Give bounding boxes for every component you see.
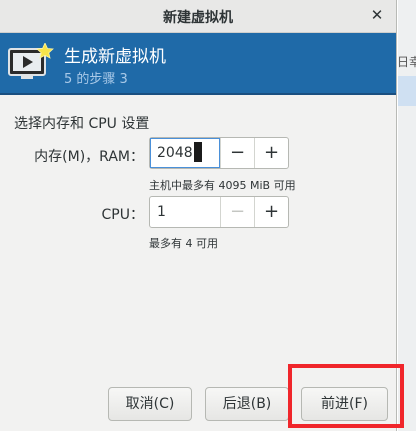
section-title: 选择内存和 CPU 设置: [14, 116, 150, 132]
close-icon[interactable]: ✕: [368, 6, 386, 24]
cpu-label: CPU：: [101, 207, 144, 223]
memory-input[interactable]: 2048: [150, 138, 220, 168]
memory-label: 内存(M)，RAM：: [34, 149, 144, 165]
cpu-decrement-button[interactable]: −: [220, 197, 254, 227]
virtual-machine-icon: [8, 43, 54, 79]
cpu-hint: 最多有 4 可用: [149, 237, 218, 250]
cpu-increment-button[interactable]: +: [254, 197, 288, 227]
back-button[interactable]: 后退(B): [205, 387, 289, 421]
memory-hint: 主机中最多有 4095 MiB 可用: [149, 179, 296, 192]
memory-value: 2048: [157, 145, 193, 161]
wizard-step: 5 的步骤 3: [64, 72, 128, 87]
memory-decrement-button[interactable]: −: [220, 138, 254, 168]
cpu-spinbutton: 1 − +: [149, 196, 289, 228]
memory-spinbutton: 2048 − +: [149, 137, 289, 169]
window-title: 新建虚拟机: [163, 10, 233, 26]
background-window-text: 日幸: [397, 55, 416, 69]
cpu-input[interactable]: 1: [150, 197, 220, 227]
wizard-heading: 生成新虚拟机: [64, 47, 166, 67]
text-cursor: [193, 142, 202, 162]
background-window-selection: [398, 76, 416, 106]
cancel-button[interactable]: 取消(C): [108, 387, 192, 421]
forward-button[interactable]: 前进(F): [301, 387, 388, 421]
titlebar: 新建虚拟机 ✕: [0, 0, 396, 33]
new-vm-dialog: 新建虚拟机 ✕ 生成新虚拟机 5 的步骤 3 选择内存和 CPU 设置 内存(M…: [0, 0, 397, 431]
wizard-banner: 生成新虚拟机 5 的步骤 3: [0, 33, 396, 95]
memory-increment-button[interactable]: +: [254, 138, 288, 168]
